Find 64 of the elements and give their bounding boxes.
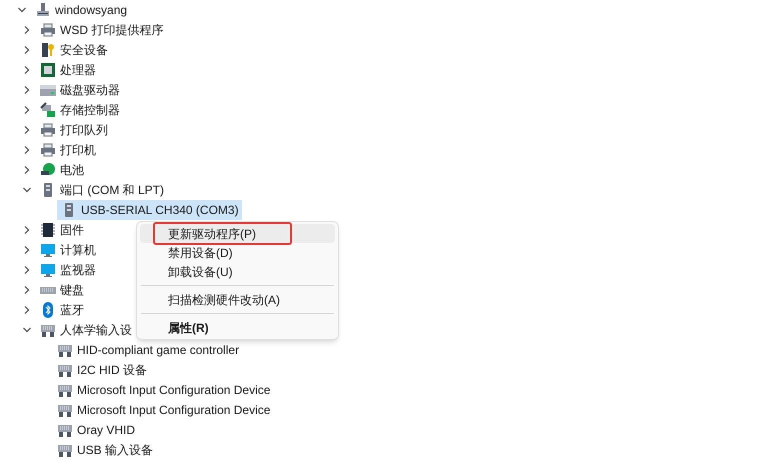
- tree-item[interactable]: 固件: [40, 220, 87, 240]
- storage-controller-icon: [40, 102, 56, 118]
- tree-item[interactable]: I2C HID 设备: [57, 360, 150, 380]
- tree-item[interactable]: 磁盘驱动器: [40, 80, 123, 100]
- tree-item[interactable]: WSD 打印提供程序: [40, 20, 166, 40]
- tree-item[interactable]: USB 输入设备: [57, 440, 156, 460]
- key-device-icon: [40, 42, 56, 58]
- tree-item[interactable]: 人体学输入设: [40, 320, 135, 340]
- chevron-icon[interactable]: [22, 145, 32, 155]
- tree-item[interactable]: 存储控制器: [40, 100, 123, 120]
- disk-drive-icon: [40, 82, 56, 98]
- chevron-icon[interactable]: [22, 105, 32, 115]
- input-device-icon: [57, 342, 73, 358]
- chevron-icon[interactable]: [22, 65, 32, 75]
- chevron-icon[interactable]: [22, 85, 32, 95]
- tree-item[interactable]: 电池: [40, 160, 87, 180]
- chevron-icon[interactable]: [22, 45, 32, 55]
- chevron-icon[interactable]: [22, 325, 32, 335]
- tree-item[interactable]: 蓝牙: [40, 300, 87, 320]
- tree-item[interactable]: 处理器: [40, 60, 99, 80]
- tree-item[interactable]: 打印队列: [40, 120, 111, 140]
- tree-item[interactable]: 计算机: [40, 240, 99, 260]
- printer-icon: [40, 22, 56, 38]
- input-device-icon: [57, 402, 73, 418]
- tree-item[interactable]: Microsoft Input Configuration Device: [57, 400, 274, 420]
- input-device-icon: [57, 362, 73, 378]
- input-device-icon: [57, 422, 73, 438]
- input-device-icon: [57, 442, 73, 458]
- computer-icon: [35, 2, 51, 18]
- menu-item[interactable]: 禁用设备(D): [140, 243, 335, 262]
- menu-item[interactable]: 更新驱动程序(P): [140, 224, 335, 243]
- chevron-icon[interactable]: [22, 165, 32, 175]
- chevron-icon[interactable]: [22, 245, 32, 255]
- monitor-icon: [40, 262, 56, 278]
- chevron-icon[interactable]: [22, 225, 32, 235]
- chevron-icon[interactable]: [22, 285, 32, 295]
- input-device-icon: [57, 382, 73, 398]
- bluetooth-icon: [40, 302, 56, 318]
- tree-item[interactable]: USB-SERIAL CH340 (COM3): [57, 200, 242, 220]
- input-device-icon: [40, 322, 56, 338]
- chip-icon: [40, 222, 56, 238]
- menu-item[interactable]: 属性(R): [140, 318, 335, 337]
- chevron-icon[interactable]: [22, 305, 32, 315]
- chevron-icon[interactable]: [22, 185, 32, 195]
- tree-item[interactable]: Oray VHID: [57, 420, 138, 440]
- printer-icon: [40, 122, 56, 138]
- chevron-icon[interactable]: [22, 125, 32, 135]
- tree-item[interactable]: 端口 (COM 和 LPT): [40, 180, 167, 200]
- chip-icon: [40, 62, 56, 78]
- monitor-icon: [40, 242, 56, 258]
- chevron-icon[interactable]: [22, 265, 32, 275]
- tree-item[interactable]: HID-compliant game controller: [57, 340, 242, 360]
- printer-icon: [40, 142, 56, 158]
- chevron-icon[interactable]: [22, 25, 32, 35]
- tree-item[interactable]: 键盘: [40, 280, 87, 300]
- chevron-icon[interactable]: [17, 5, 27, 15]
- menu-item[interactable]: 卸载设备(U): [140, 262, 335, 281]
- tree-item[interactable]: 监视器: [40, 260, 99, 280]
- menu-item[interactable]: 扫描检测硬件改动(A): [140, 290, 335, 309]
- battery-icon: [40, 162, 56, 178]
- tree-item[interactable]: 安全设备: [40, 40, 111, 60]
- tree-item[interactable]: Microsoft Input Configuration Device: [57, 380, 274, 400]
- tree-item[interactable]: 打印机: [40, 140, 99, 160]
- tree-item[interactable]: windowsyang: [35, 0, 130, 20]
